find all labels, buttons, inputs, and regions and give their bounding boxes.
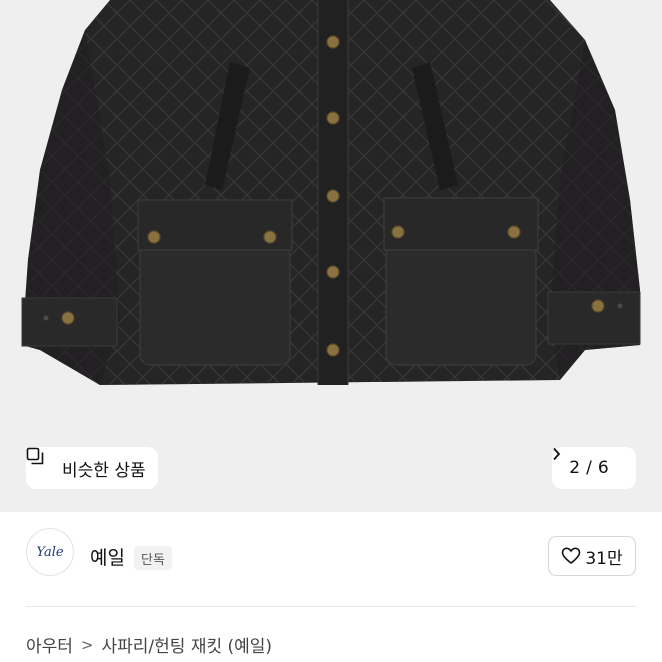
pager-total: 6 (597, 458, 609, 478)
image-pager[interactable]: 2 / 6 (552, 447, 636, 489)
similar-items-label: 비슷한 상품 (62, 460, 146, 481)
divider (26, 606, 636, 607)
breadcrumb-item-category[interactable]: 사파리/헌팅 재킷 (예일) (102, 632, 273, 657)
jacket-image (21, 0, 641, 385)
pager-current: 2 (569, 458, 581, 478)
similar-items-icon (26, 447, 56, 477)
like-button[interactable]: 31만 (548, 536, 636, 576)
brand-logo-text: Yale (36, 544, 64, 560)
exclusive-badge: 단독 (134, 546, 172, 570)
brand-logo[interactable]: Yale (26, 528, 74, 576)
like-count: 31만 (585, 548, 623, 569)
similar-items-button[interactable]: 비슷한 상품 (26, 447, 158, 489)
breadcrumb: 아우터 > 사파리/헌팅 재킷 (예일) (26, 632, 273, 658)
breadcrumb-separator: > (80, 635, 94, 654)
breadcrumb-item-outer[interactable]: 아우터 (26, 632, 73, 657)
pager-separator: / (586, 458, 592, 478)
heart-icon (561, 546, 581, 566)
brand-name[interactable]: 예일 (90, 543, 125, 570)
product-image-area[interactable]: 비슷한 상품 2 / 6 (0, 0, 662, 512)
